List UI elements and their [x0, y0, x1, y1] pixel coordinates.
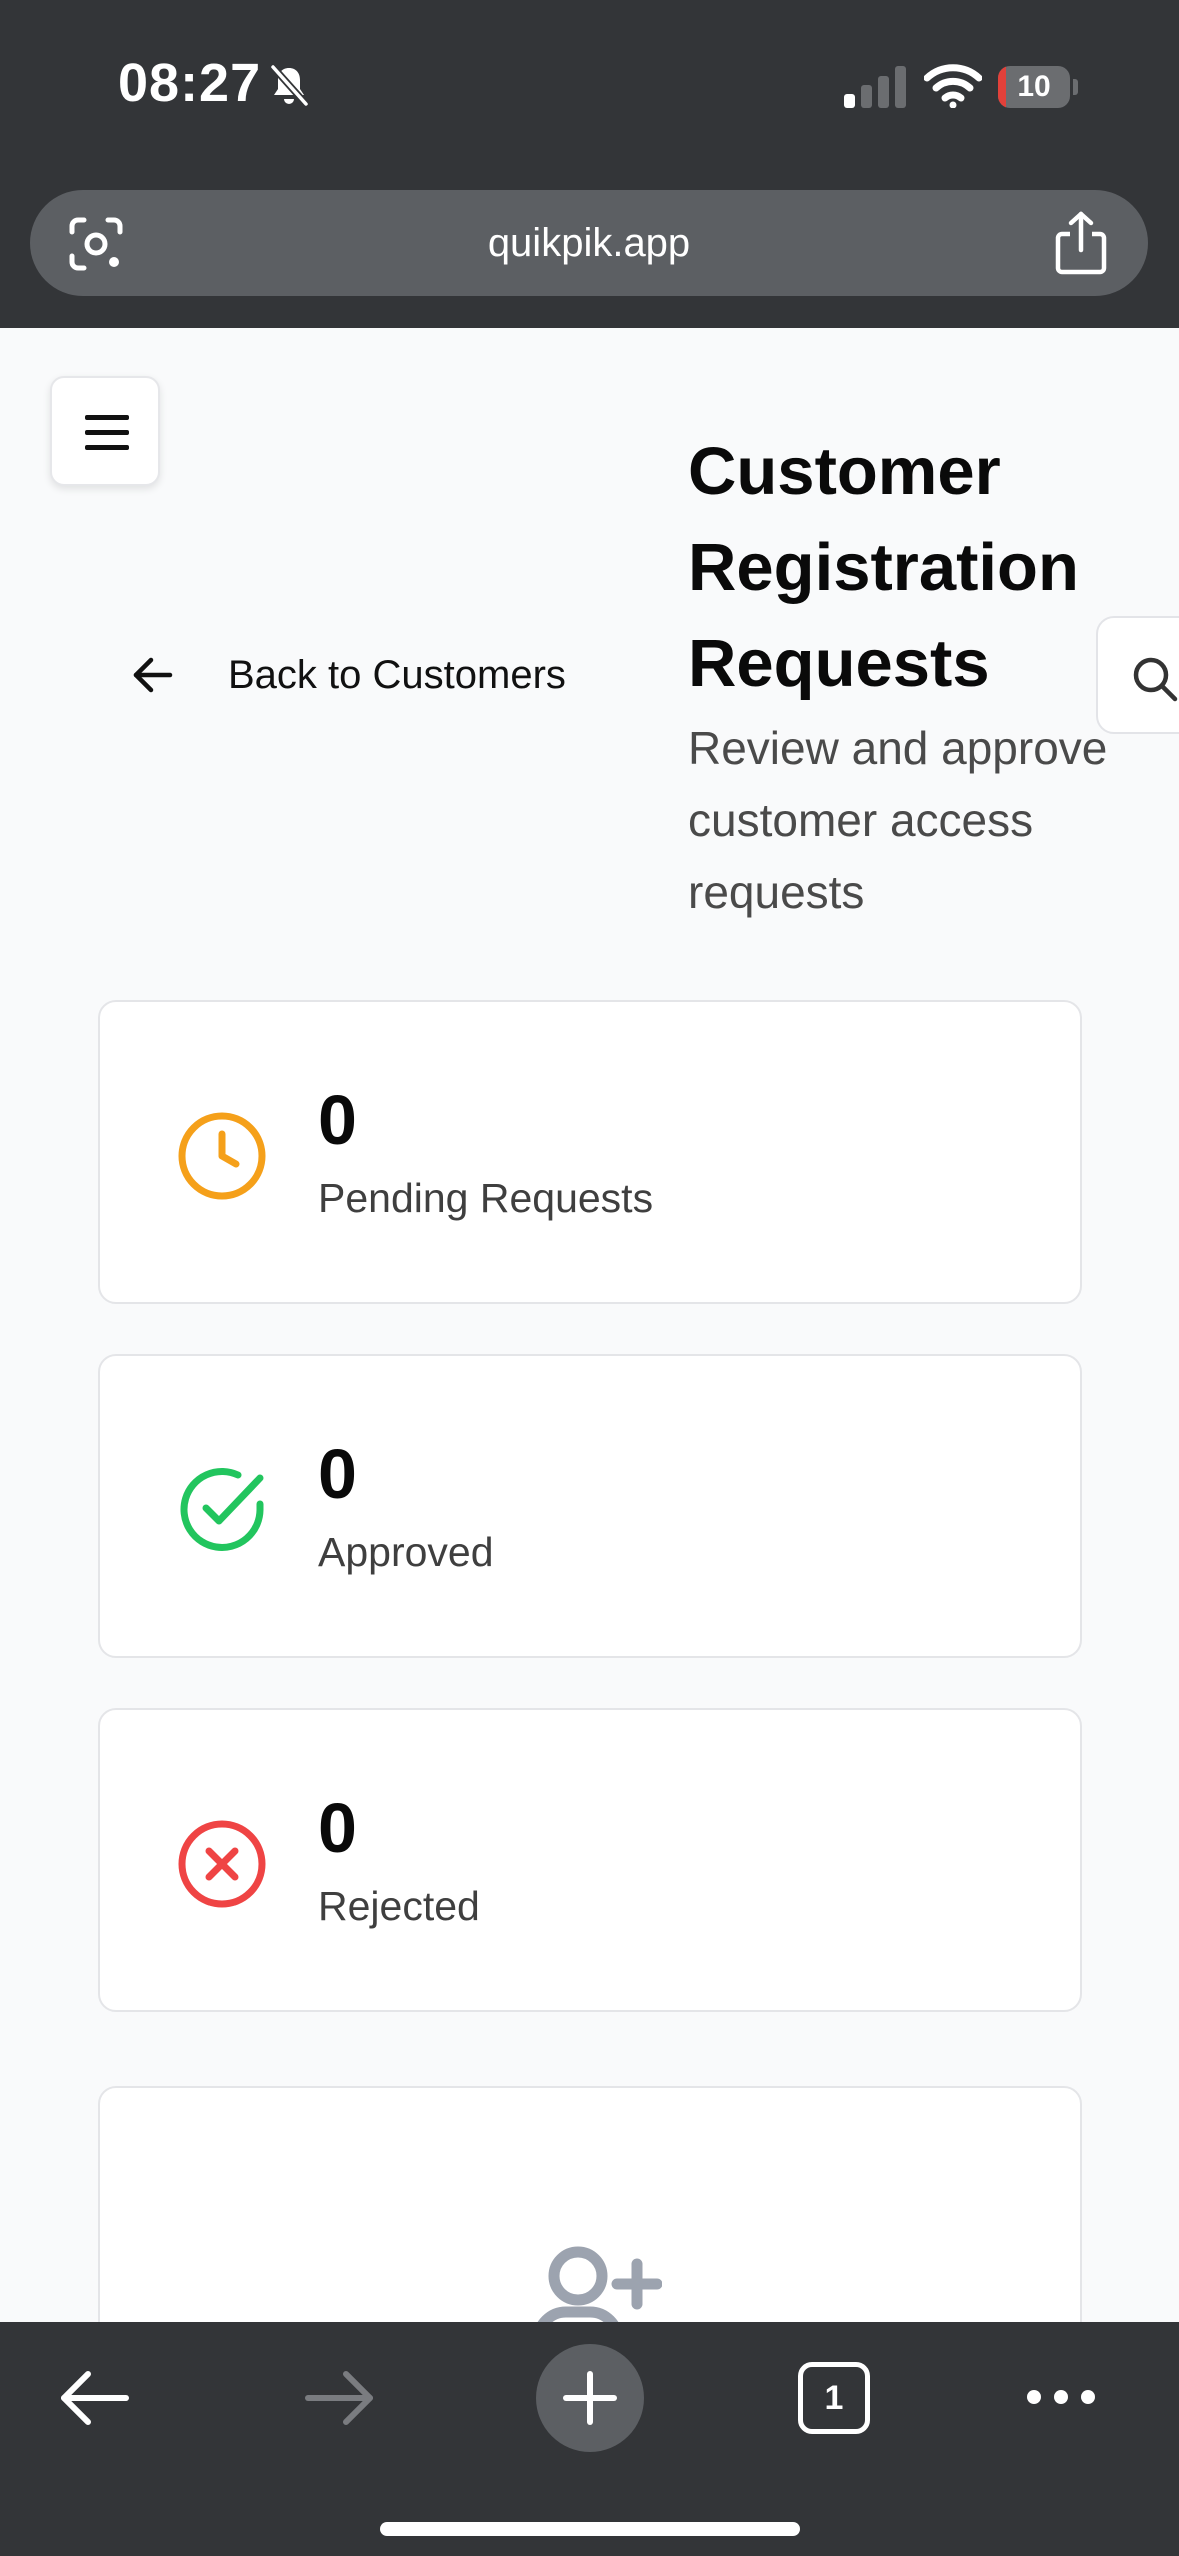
hamburger-menu-icon — [85, 415, 129, 450]
check-circle-icon — [180, 1467, 264, 1551]
stat-card-approved: 0 Approved — [98, 1354, 1082, 1658]
stat-label-rejected: Rejected — [318, 1883, 480, 1929]
address-bar[interactable]: quikpik.app — [30, 190, 1148, 296]
stat-value-pending: 0 — [318, 1081, 357, 1159]
browser-back-icon[interactable] — [56, 2366, 132, 2430]
page-title: Customer Registration Requests — [688, 434, 1079, 701]
cellular-signal-icon — [844, 66, 906, 108]
search-icon — [1133, 657, 1178, 702]
url-text[interactable]: quikpik.app — [30, 190, 1148, 296]
page-subtitle: Review and approve customer access reque… — [688, 722, 1108, 918]
share-icon[interactable] — [1050, 210, 1112, 276]
search-button[interactable] — [1096, 616, 1179, 734]
tab-count: 1 — [824, 2379, 844, 2417]
menu-button[interactable] — [50, 376, 160, 486]
battery-indicator: 10 — [998, 66, 1078, 108]
browser-top-bar: 08:27 10 quikpik.app — [0, 0, 1179, 328]
status-time: 08:27 — [118, 53, 262, 113]
browser-forward-icon[interactable] — [302, 2366, 378, 2430]
plus-icon — [563, 2371, 617, 2425]
stat-label-pending: Pending Requests — [318, 1175, 654, 1221]
wifi-icon — [924, 64, 982, 108]
stat-value-approved: 0 — [318, 1435, 357, 1513]
stat-card-rejected: 0 Rejected — [98, 1708, 1082, 2012]
arrow-left-icon — [133, 657, 173, 693]
stat-value-rejected: 0 — [318, 1789, 357, 1867]
x-circle-icon — [178, 1820, 266, 1908]
back-link-label[interactable]: Back to Customers — [228, 640, 566, 710]
more-options-icon[interactable] — [1024, 2382, 1098, 2412]
home-indicator — [380, 2522, 800, 2536]
new-tab-button[interactable] — [536, 2344, 644, 2452]
tabs-button[interactable]: 1 — [798, 2362, 870, 2434]
stat-card-pending: 0 Pending Requests — [98, 1000, 1082, 1304]
back-to-customers-link[interactable]: Back to Customers — [130, 640, 630, 710]
bell-off-icon — [270, 64, 309, 107]
battery-level: 10 — [1017, 70, 1051, 103]
clock-icon — [178, 1112, 266, 1200]
browser-bottom-toolbar: 1 — [0, 2322, 1179, 2556]
stat-label-approved: Approved — [318, 1529, 494, 1575]
